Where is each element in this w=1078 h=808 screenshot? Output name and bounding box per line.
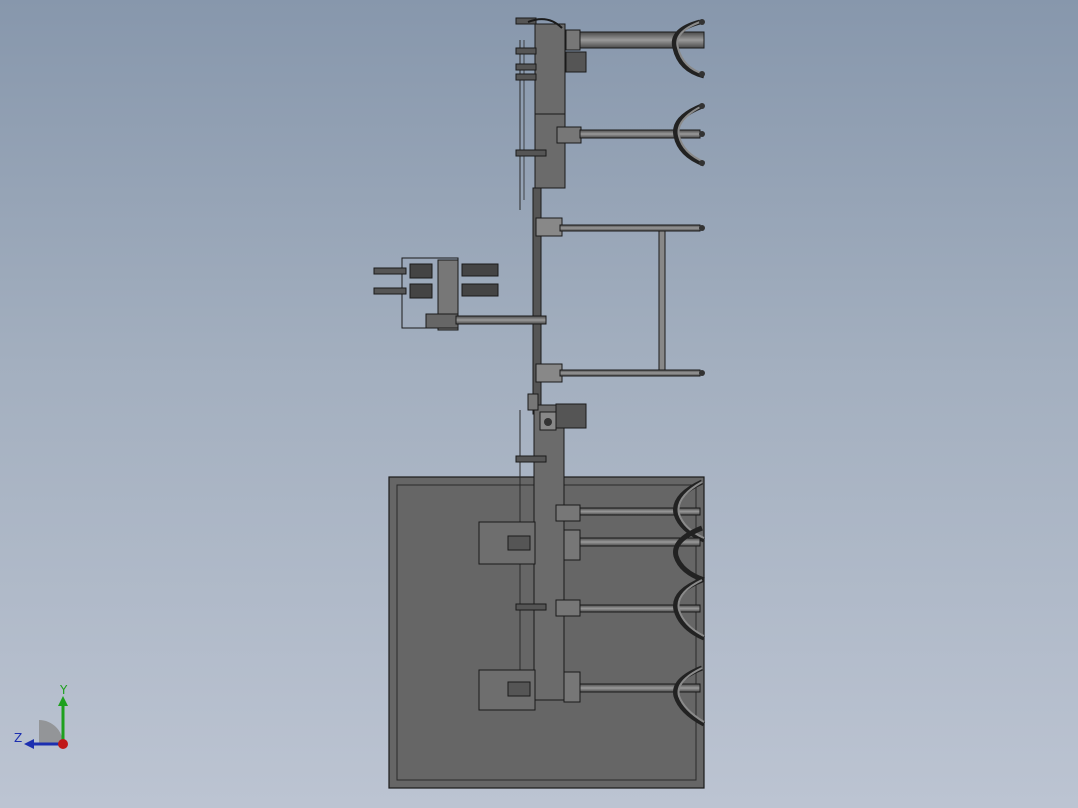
cad-model-view[interactable] <box>0 0 1078 808</box>
3d-viewport[interactable]: Y Z <box>0 0 1078 808</box>
lower-side-box-1[interactable] <box>478 521 536 565</box>
triad-origin <box>58 739 68 749</box>
y-axis-arrow <box>58 696 68 706</box>
z-axis-arrow <box>24 739 34 749</box>
y-axis-label: Y <box>59 684 68 697</box>
side-bracket-assembly[interactable] <box>373 257 547 331</box>
upper-gripper-arm-2[interactable] <box>579 103 705 167</box>
upper-gripper-arm-1[interactable] <box>579 19 705 79</box>
lower-side-box-2[interactable] <box>478 669 536 711</box>
middle-frame[interactable] <box>532 187 705 415</box>
upper-conveyor-beam[interactable] <box>515 17 587 210</box>
z-axis-label: Z <box>14 731 22 745</box>
triad-arc <box>39 720 63 744</box>
coordinate-triad: Y Z <box>14 684 68 749</box>
